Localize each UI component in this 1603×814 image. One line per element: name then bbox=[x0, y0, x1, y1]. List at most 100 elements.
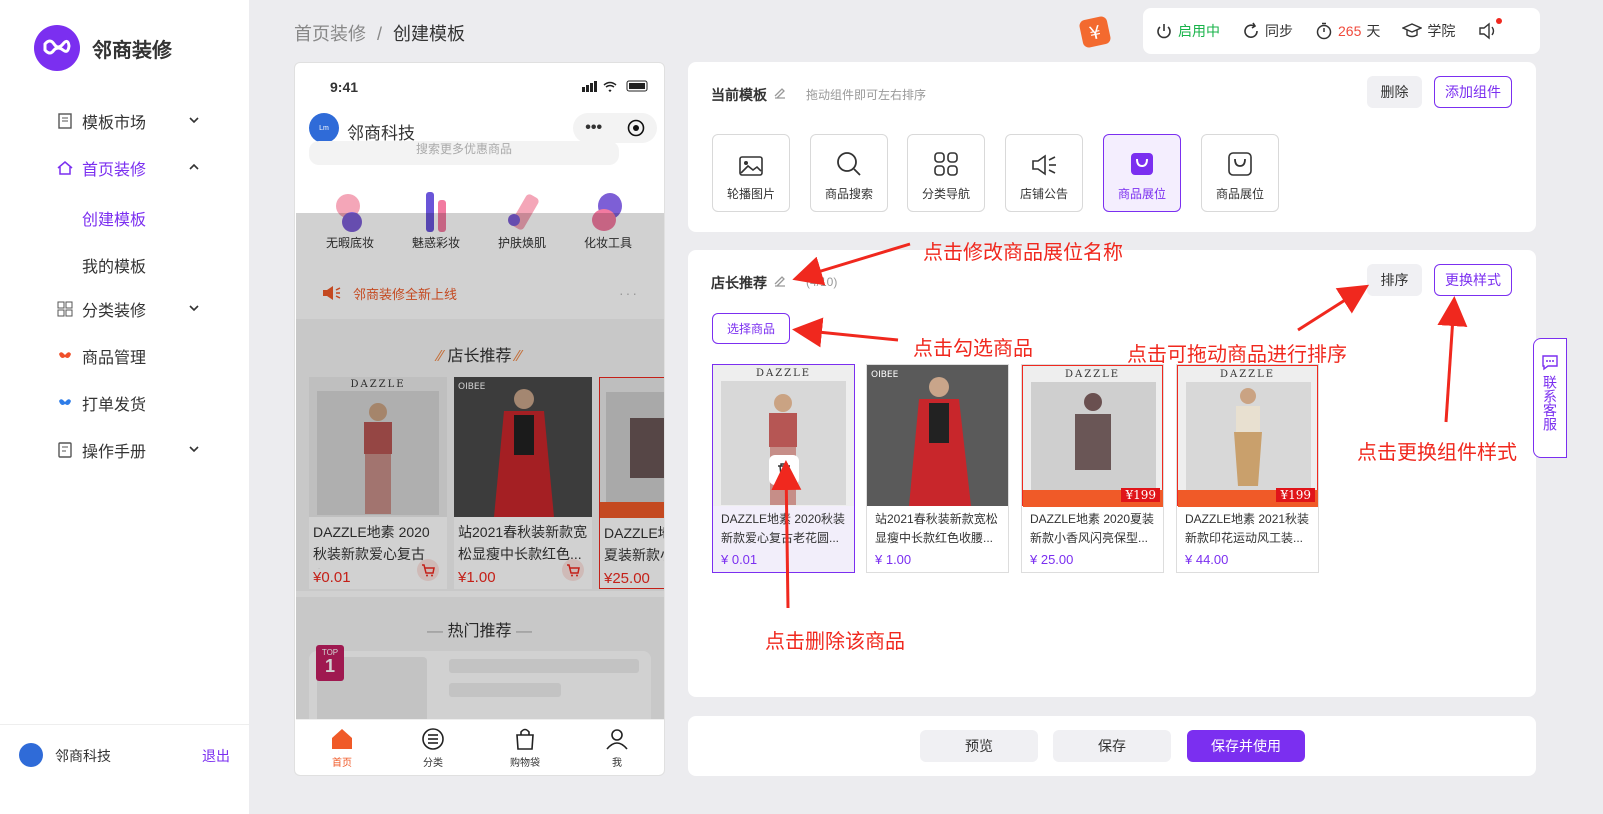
chevron-down-icon bbox=[188, 443, 200, 455]
component-label: 店铺公告 bbox=[1019, 187, 1068, 201]
template-icon bbox=[56, 112, 74, 130]
tab-label: 分类 bbox=[423, 758, 443, 769]
sidebar-item-create-template[interactable]: 创建模板 bbox=[82, 206, 146, 230]
preview-mask bbox=[296, 213, 664, 775]
more-icon[interactable]: ••• bbox=[585, 119, 602, 137]
component-search[interactable]: 商品搜索 bbox=[810, 134, 888, 212]
user-icon bbox=[605, 727, 629, 751]
component-goods-selected[interactable]: 商品展位 bbox=[1103, 134, 1181, 212]
edit-icon[interactable] bbox=[772, 85, 788, 101]
chevron-down-icon bbox=[188, 302, 200, 314]
panel-hint: 拖动组件即可左右排序 bbox=[806, 88, 927, 102]
image-icon bbox=[738, 155, 764, 177]
sync-button[interactable]: 同步 bbox=[1242, 21, 1293, 41]
speaker-icon bbox=[1030, 153, 1058, 177]
breadcrumb-current: 创建模板 bbox=[393, 24, 466, 44]
arrow-sort bbox=[1297, 284, 1370, 332]
category-icon bbox=[56, 300, 74, 318]
sidebar-item-label: 打单发货 bbox=[82, 397, 147, 414]
user-name: 邻商科技 bbox=[55, 748, 111, 764]
chevron-down-icon bbox=[188, 114, 200, 126]
manual-icon bbox=[56, 441, 74, 459]
status-icons bbox=[582, 80, 652, 92]
brand-logo: 邻商装修 bbox=[34, 25, 172, 71]
sync-label: 同步 bbox=[1265, 23, 1293, 39]
delete-button[interactable]: 删除 bbox=[1367, 76, 1422, 108]
status-toggle[interactable]: 启用中 bbox=[1155, 21, 1220, 41]
bag-outline-icon bbox=[1227, 151, 1253, 177]
list-icon bbox=[421, 727, 445, 751]
sidebar-item-goods[interactable]: 商品管理 bbox=[56, 341, 206, 371]
breadcrumb: 首页装修 / 创建模板 bbox=[294, 20, 465, 46]
search-icon bbox=[836, 151, 862, 177]
grid-icon bbox=[933, 151, 959, 177]
divider bbox=[0, 724, 249, 725]
component-goods[interactable]: 商品展位 bbox=[1201, 134, 1279, 212]
save-and-use-button[interactable]: 保存并使用 bbox=[1187, 730, 1305, 762]
chevron-up-icon bbox=[188, 161, 200, 173]
sidebar-item-label: 操作手册 bbox=[82, 444, 147, 461]
sidebar-item-category-decor[interactable]: 分类装修 bbox=[56, 294, 206, 324]
component-label: 轮播图片 bbox=[726, 187, 775, 201]
sidebar-item-label: 商品管理 bbox=[82, 350, 147, 367]
save-button[interactable]: 保存 bbox=[1053, 730, 1171, 762]
bag-icon bbox=[1129, 151, 1155, 177]
arrow-style bbox=[1437, 296, 1468, 423]
goods-icon bbox=[56, 347, 74, 365]
component-category-nav[interactable]: 分类导航 bbox=[907, 134, 985, 212]
component-banner[interactable]: 轮播图片 bbox=[712, 134, 790, 212]
days-value: 265 bbox=[1338, 23, 1362, 39]
coin-icon[interactable]: ¥ bbox=[1073, 10, 1117, 54]
sidebar-item-label: 首页装修 bbox=[82, 162, 147, 179]
refresh-icon bbox=[1242, 22, 1260, 40]
power-icon bbox=[1155, 22, 1173, 40]
days-remaining[interactable]: 265 天 bbox=[1315, 21, 1380, 41]
shop-avatar: Lm bbox=[309, 113, 339, 143]
home-icon bbox=[330, 727, 354, 751]
sidebar-item-manual[interactable]: 操作手册 bbox=[56, 435, 206, 465]
customer-service-button[interactable]: 联系客服 bbox=[1533, 338, 1567, 458]
support-label: 联系客服 bbox=[1542, 375, 1558, 431]
add-component-button[interactable]: 添加组件 bbox=[1434, 76, 1512, 108]
tab-me[interactable]: 我 bbox=[587, 727, 647, 769]
sidebar-item-home-decor[interactable]: 首页装修 bbox=[56, 153, 206, 183]
search-bar[interactable]: 搜索更多优惠商品 bbox=[309, 141, 619, 165]
arrow-select bbox=[792, 317, 899, 348]
mini-program-capsule[interactable]: ••• bbox=[573, 113, 657, 143]
top-toolbar: 启用中 同步 265 天 学院 bbox=[1143, 8, 1540, 54]
close-target-icon[interactable] bbox=[627, 119, 645, 137]
preview-button[interactable]: 预览 bbox=[920, 730, 1038, 762]
chat-icon bbox=[1541, 353, 1559, 371]
sidebar-item-my-templates[interactable]: 我的模板 bbox=[82, 253, 146, 277]
sidebar-item-template-market[interactable]: 模板市场 bbox=[56, 106, 206, 136]
tab-cart[interactable]: 购物袋 bbox=[495, 727, 555, 769]
arrow-rename bbox=[792, 242, 911, 286]
graduation-cap-icon bbox=[1402, 22, 1423, 40]
status-label: 启用中 bbox=[1178, 23, 1220, 39]
home-icon bbox=[56, 159, 74, 177]
component-label: 分类导航 bbox=[921, 187, 970, 201]
annotation-arrows bbox=[771, 242, 1468, 609]
logout-link[interactable]: 退出 bbox=[202, 746, 230, 766]
status-time: 9:41 bbox=[330, 79, 359, 95]
logo-icon bbox=[34, 25, 80, 71]
phone-preview: 9:41 Lm 邻商科技 ••• 搜索更多优惠商品 无暇底妆 魅惑彩妆 护肤焕肌… bbox=[294, 62, 665, 776]
tab-category[interactable]: 分类 bbox=[403, 727, 463, 769]
academy-button[interactable]: 学院 bbox=[1402, 21, 1455, 41]
tab-home[interactable]: 首页 bbox=[312, 727, 372, 769]
arrow-delete bbox=[771, 460, 802, 609]
annotation-sort: 点击可拖动商品进行排序 bbox=[1127, 344, 1347, 366]
days-unit: 天 bbox=[1366, 23, 1381, 39]
breadcrumb-root[interactable]: 首页装修 bbox=[294, 24, 366, 44]
notification-button[interactable] bbox=[1477, 18, 1503, 41]
academy-label: 学院 bbox=[1427, 23, 1456, 39]
component-label: 商品展位 bbox=[1215, 187, 1264, 201]
shopping-bag-icon bbox=[513, 727, 537, 751]
brand-name: 邻商装修 bbox=[92, 39, 172, 62]
annotation-select: 点击勾选商品 bbox=[913, 338, 1033, 360]
component-label: 商品搜索 bbox=[824, 187, 873, 201]
panel-title: 当前模板 bbox=[711, 87, 767, 103]
component-notice[interactable]: 店铺公告 bbox=[1005, 134, 1083, 212]
tab-label: 我 bbox=[612, 758, 622, 769]
sidebar-item-shipping[interactable]: 打单发货 bbox=[56, 388, 206, 418]
